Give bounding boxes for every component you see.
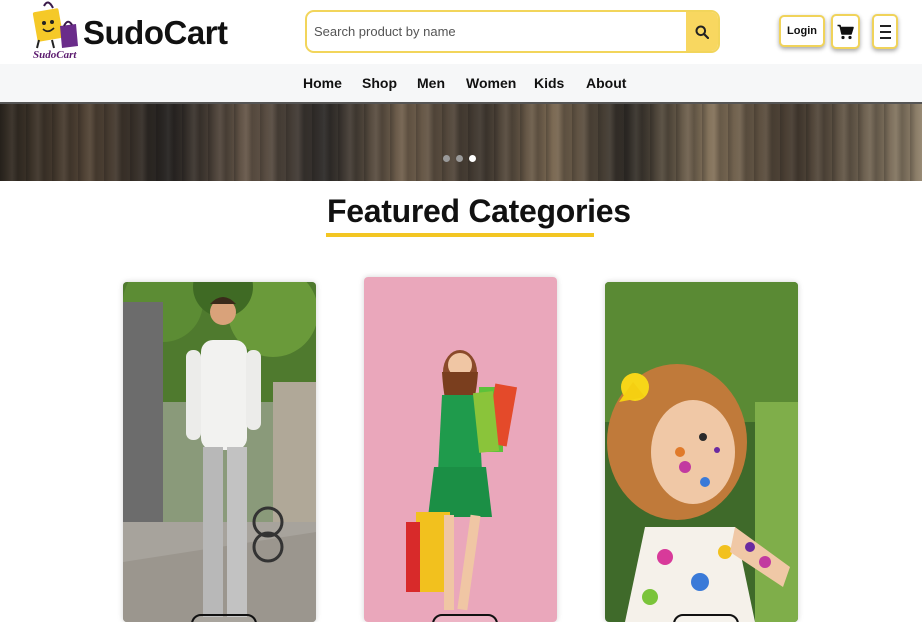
nav-item-kids[interactable]: Kids: [534, 75, 564, 91]
search-icon: [695, 25, 709, 39]
nav-item-home[interactable]: Home: [303, 75, 342, 91]
nav-item-women[interactable]: Women: [466, 75, 516, 91]
category-card-men[interactable]: [123, 282, 316, 622]
search-bar: [305, 10, 720, 53]
woman-with-shopping-bags-image: [364, 277, 557, 622]
category-card-kids[interactable]: [605, 282, 798, 622]
header: SudoCart SudoCart Login: [0, 0, 922, 64]
search-input[interactable]: [307, 12, 687, 51]
shop-women-button[interactable]: [432, 614, 498, 622]
nav-item-shop[interactable]: Shop: [362, 75, 397, 91]
carousel-indicators: [443, 155, 476, 162]
nav-item-men[interactable]: Men: [417, 75, 445, 91]
category-card-women[interactable]: [364, 277, 557, 622]
cart-icon: [837, 24, 854, 39]
featured-categories-title: Featured Categories: [327, 193, 631, 229]
child-with-paint-image: [605, 282, 798, 622]
carousel-dot[interactable]: [443, 155, 450, 162]
title-underline: [326, 233, 594, 237]
logo-caption: SudoCart: [33, 49, 77, 61]
hamburger-menu-button[interactable]: [872, 14, 898, 49]
man-in-white-shirt-image: [123, 282, 316, 622]
shop-men-button[interactable]: [191, 614, 257, 622]
nav-item-about[interactable]: About: [586, 75, 626, 91]
cart-button[interactable]: [831, 14, 860, 49]
carousel-dot[interactable]: [456, 155, 463, 162]
brand-name[interactable]: SudoCart: [83, 14, 228, 52]
hero-carousel[interactable]: [0, 104, 922, 181]
carousel-dot-active[interactable]: [469, 155, 476, 162]
login-button[interactable]: Login: [779, 15, 825, 47]
search-button[interactable]: [686, 12, 718, 51]
shop-kids-button[interactable]: [673, 614, 739, 622]
main-nav: Home Shop Men Women Kids About: [0, 64, 922, 104]
hamburger-menu-icon: [879, 24, 891, 27]
